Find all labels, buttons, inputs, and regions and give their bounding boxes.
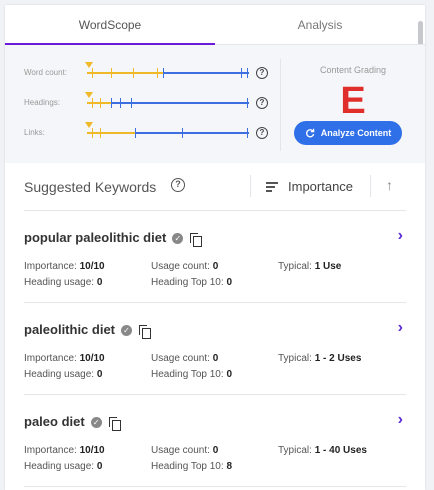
grade-letter: E xyxy=(340,80,366,122)
copy-icon[interactable] xyxy=(108,416,121,431)
importance-stat: Importance: 10/10 xyxy=(24,353,105,364)
copy-icon[interactable] xyxy=(139,324,152,339)
typical-stat: Typical: 1 - 2 Uses xyxy=(278,353,362,364)
metric-label: Headings: xyxy=(24,98,61,107)
heading-top10-stat: Heading Top 10: 8 xyxy=(151,461,232,472)
usage-count-stat: Usage count: 0 xyxy=(151,445,219,456)
arrow-up-icon[interactable]: ↑ xyxy=(386,177,393,193)
metric-headings: Headings: ? xyxy=(5,92,275,110)
help-icon[interactable]: ? xyxy=(256,67,268,79)
keywords-title: Suggested Keywords xyxy=(24,179,157,195)
keyword-name-row: paleo diet ✓ xyxy=(24,414,121,431)
usage-count-stat: Usage count: 0 xyxy=(151,261,219,272)
sort-by-importance[interactable]: Importance xyxy=(288,179,353,194)
help-icon[interactable]: ? xyxy=(171,178,185,192)
metric-links: Links: ? xyxy=(5,122,275,140)
wordscope-panel: WordScope Analysis Word count: ? Heading… xyxy=(5,5,425,490)
chevron-right-icon[interactable]: › xyxy=(398,227,403,245)
usage-count-stat: Usage count: 0 xyxy=(151,353,219,364)
keyword-card[interactable]: paleo diet ✓ › Importance: 10/10 Usage co… xyxy=(24,395,406,487)
heading-top10-stat: Heading Top 10: 0 xyxy=(151,277,232,288)
chevron-right-icon[interactable]: › xyxy=(398,319,403,337)
heading-usage-stat: Heading usage: 0 xyxy=(24,461,103,472)
refresh-icon xyxy=(305,128,314,138)
sort-icon[interactable] xyxy=(266,182,278,192)
heading-usage-stat: Heading usage: 0 xyxy=(24,277,103,288)
metric-label: Word count: xyxy=(24,68,67,77)
divider xyxy=(250,175,251,197)
grading-title: Content Grading xyxy=(319,65,387,75)
keyword-name: popular paleolithic diet xyxy=(24,230,167,245)
typical-stat: Typical: 1 Use xyxy=(278,261,342,272)
keyword-name-row: paleolithic diet ✓ xyxy=(24,322,152,339)
keyword-name-row: popular paleolithic diet ✓ xyxy=(24,230,203,247)
keyword-name: paleolithic diet xyxy=(24,322,116,337)
tab-analysis[interactable]: Analysis xyxy=(215,5,425,44)
metric-range-bar xyxy=(85,92,249,108)
check-icon: ✓ xyxy=(121,325,133,337)
help-icon[interactable]: ? xyxy=(256,127,268,139)
heading-usage-stat: Heading usage: 0 xyxy=(24,369,103,380)
keywords-header: Suggested Keywords ? Importance ↑ xyxy=(24,163,406,211)
keyword-name: paleo diet xyxy=(24,414,85,429)
check-icon: ✓ xyxy=(90,417,102,429)
metric-range-bar xyxy=(85,122,249,138)
importance-stat: Importance: 10/10 xyxy=(24,261,105,272)
copy-icon[interactable] xyxy=(190,232,203,247)
help-icon[interactable]: ? xyxy=(256,97,268,109)
tab-wordscope[interactable]: WordScope xyxy=(5,5,215,45)
metric-label: Links: xyxy=(24,128,45,137)
importance-stat: Importance: 10/10 xyxy=(24,445,105,456)
metric-word-count: Word count: ? xyxy=(5,62,275,80)
typical-stat: Typical: 1 - 40 Uses xyxy=(278,445,367,456)
tab-bar: WordScope Analysis xyxy=(5,5,425,45)
analyze-content-button[interactable]: Analyze Content xyxy=(294,121,402,145)
heading-top10-stat: Heading Top 10: 0 xyxy=(151,369,232,380)
chevron-right-icon[interactable]: › xyxy=(398,411,403,429)
metric-range-bar xyxy=(85,62,249,78)
keyword-card[interactable]: paleolithic diet ✓ › Importance: 10/10 Us… xyxy=(24,303,406,395)
analyze-content-label: Analyze Content xyxy=(320,128,392,138)
metrics-section: Word count: ? Headings: ? Links: ? Conte… xyxy=(5,45,425,163)
divider xyxy=(370,175,371,197)
keyword-card[interactable]: popular paleolithic diet ✓ › Importance: … xyxy=(24,211,406,303)
check-icon: ✓ xyxy=(172,233,184,245)
